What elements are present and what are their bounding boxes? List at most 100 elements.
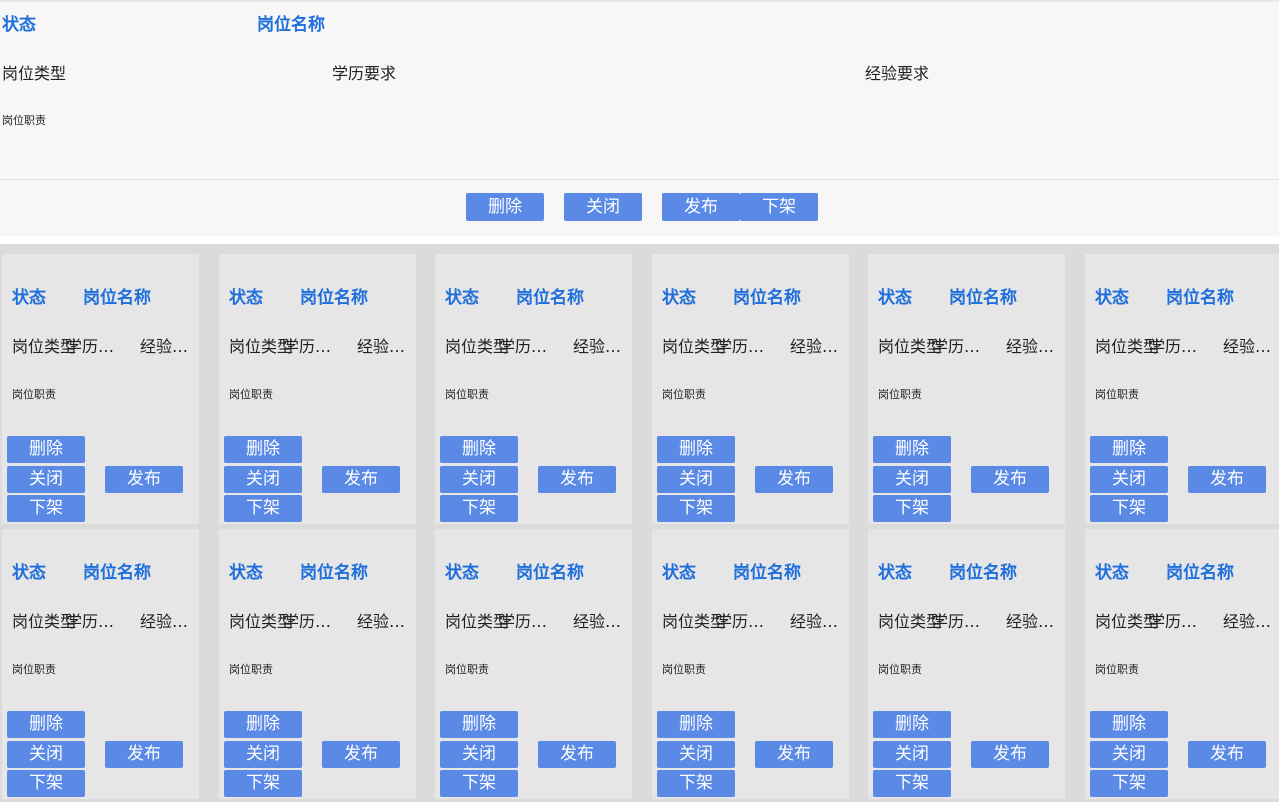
card-education: 学历要求	[932, 612, 992, 631]
close-button[interactable]: 关闭	[224, 466, 302, 493]
job-card[interactable]: 状态岗位名称岗位类型学历要求经验要求岗位职责删除关闭发布下架	[868, 254, 1065, 524]
unpublish-button[interactable]: 下架	[657, 495, 735, 522]
close-button[interactable]: 关闭	[1090, 741, 1168, 768]
delete-button[interactable]: 删除	[224, 436, 302, 463]
publish-button[interactable]: 发布	[538, 741, 616, 768]
card-education: 学历要求	[66, 612, 126, 631]
close-button[interactable]: 关闭	[440, 466, 518, 493]
job-card[interactable]: 状态岗位名称岗位类型学历要求经验要求岗位职责删除关闭发布下架	[1085, 529, 1279, 799]
unpublish-button[interactable]: 下架	[740, 193, 818, 221]
card-status: 状态	[662, 563, 696, 583]
job-card[interactable]: 状态岗位名称岗位类型学历要求经验要求岗位职责删除关闭发布下架	[435, 529, 632, 799]
close-button[interactable]: 关闭	[873, 741, 951, 768]
card-education: 学历要求	[932, 337, 992, 356]
card-job-title: 岗位名称	[83, 288, 151, 308]
publish-button[interactable]: 发布	[322, 741, 400, 768]
job-card[interactable]: 状态岗位名称岗位类型学历要求经验要求岗位职责删除关闭发布下架	[868, 529, 1065, 799]
detail-duty: 岗位职责	[2, 114, 46, 127]
card-experience: 经验要求	[1006, 337, 1062, 356]
close-button[interactable]: 关闭	[1090, 466, 1168, 493]
card-education: 学历要求	[499, 612, 559, 631]
delete-button[interactable]: 删除	[440, 711, 518, 738]
publish-button[interactable]: 发布	[1188, 741, 1266, 768]
delete-button[interactable]: 删除	[657, 436, 735, 463]
card-duty: 岗位职责	[12, 388, 56, 401]
detail-job-title: 岗位名称	[257, 15, 325, 35]
detail-status: 状态	[2, 15, 36, 35]
publish-button[interactable]: 发布	[755, 741, 833, 768]
close-button[interactable]: 关闭	[657, 741, 735, 768]
divider	[0, 179, 1279, 180]
card-status: 状态	[229, 288, 263, 308]
close-button[interactable]: 关闭	[564, 193, 642, 221]
unpublish-button[interactable]: 下架	[7, 770, 85, 797]
delete-button[interactable]: 删除	[224, 711, 302, 738]
card-job-title: 岗位名称	[949, 563, 1017, 583]
card-job-title: 岗位名称	[83, 563, 151, 583]
delete-button[interactable]: 删除	[7, 711, 85, 738]
card-education: 学历要求	[499, 337, 559, 356]
detail-job-type: 岗位类型	[2, 64, 67, 83]
delete-button[interactable]: 删除	[1090, 711, 1168, 738]
card-experience: 经验要求	[140, 337, 196, 356]
close-button[interactable]: 关闭	[7, 466, 85, 493]
card-education: 学历要求	[283, 337, 343, 356]
card-experience: 经验要求	[357, 612, 413, 631]
job-card[interactable]: 状态岗位名称岗位类型学历要求经验要求岗位职责删除关闭发布下架	[435, 254, 632, 524]
card-experience: 经验要求	[140, 612, 196, 631]
card-status: 状态	[878, 563, 912, 583]
card-education: 学历要求	[283, 612, 343, 631]
delete-button[interactable]: 删除	[466, 193, 544, 221]
close-button[interactable]: 关闭	[657, 466, 735, 493]
publish-button[interactable]: 发布	[755, 466, 833, 493]
publish-button[interactable]: 发布	[1188, 466, 1266, 493]
unpublish-button[interactable]: 下架	[1090, 770, 1168, 797]
card-duty: 岗位职责	[229, 388, 273, 401]
unpublish-button[interactable]: 下架	[1090, 495, 1168, 522]
publish-button[interactable]: 发布	[971, 466, 1049, 493]
job-card[interactable]: 状态岗位名称岗位类型学历要求经验要求岗位职责删除关闭发布下架	[1085, 254, 1279, 524]
job-card[interactable]: 状态岗位名称岗位类型学历要求经验要求岗位职责删除关闭发布下架	[2, 529, 199, 799]
job-card[interactable]: 状态岗位名称岗位类型学历要求经验要求岗位职责删除关闭发布下架	[652, 529, 849, 799]
card-education: 学历要求	[1149, 337, 1209, 356]
publish-button[interactable]: 发布	[105, 741, 183, 768]
publish-button[interactable]: 发布	[971, 741, 1049, 768]
card-experience: 经验要求	[1223, 337, 1279, 356]
card-duty: 岗位职责	[1095, 388, 1139, 401]
card-experience: 经验要求	[357, 337, 413, 356]
unpublish-button[interactable]: 下架	[873, 770, 951, 797]
delete-button[interactable]: 删除	[1090, 436, 1168, 463]
close-button[interactable]: 关闭	[7, 741, 85, 768]
card-status: 状态	[229, 563, 263, 583]
publish-button[interactable]: 发布	[322, 466, 400, 493]
card-experience: 经验要求	[790, 612, 846, 631]
unpublish-button[interactable]: 下架	[224, 495, 302, 522]
unpublish-button[interactable]: 下架	[657, 770, 735, 797]
close-button[interactable]: 关闭	[440, 741, 518, 768]
job-card[interactable]: 状态岗位名称岗位类型学历要求经验要求岗位职责删除关闭发布下架	[2, 254, 199, 524]
delete-button[interactable]: 删除	[657, 711, 735, 738]
publish-button[interactable]: 发布	[662, 193, 740, 221]
delete-button[interactable]: 删除	[440, 436, 518, 463]
card-job-title: 岗位名称	[1166, 288, 1234, 308]
publish-button[interactable]: 发布	[538, 466, 616, 493]
delete-button[interactable]: 删除	[873, 436, 951, 463]
unpublish-button[interactable]: 下架	[873, 495, 951, 522]
unpublish-button[interactable]: 下架	[224, 770, 302, 797]
job-card[interactable]: 状态岗位名称岗位类型学历要求经验要求岗位职责删除关闭发布下架	[652, 254, 849, 524]
job-card[interactable]: 状态岗位名称岗位类型学历要求经验要求岗位职责删除关闭发布下架	[219, 254, 416, 524]
publish-button[interactable]: 发布	[105, 466, 183, 493]
job-card[interactable]: 状态岗位名称岗位类型学历要求经验要求岗位职责删除关闭发布下架	[219, 529, 416, 799]
card-duty: 岗位职责	[878, 388, 922, 401]
delete-button[interactable]: 删除	[873, 711, 951, 738]
close-button[interactable]: 关闭	[224, 741, 302, 768]
detail-experience: 经验要求	[865, 64, 930, 83]
detail-education: 学历要求	[332, 64, 397, 83]
close-button[interactable]: 关闭	[873, 466, 951, 493]
delete-button[interactable]: 删除	[7, 436, 85, 463]
unpublish-button[interactable]: 下架	[7, 495, 85, 522]
unpublish-button[interactable]: 下架	[440, 770, 518, 797]
unpublish-button[interactable]: 下架	[440, 495, 518, 522]
card-experience: 经验要求	[573, 337, 629, 356]
card-status: 状态	[12, 563, 46, 583]
